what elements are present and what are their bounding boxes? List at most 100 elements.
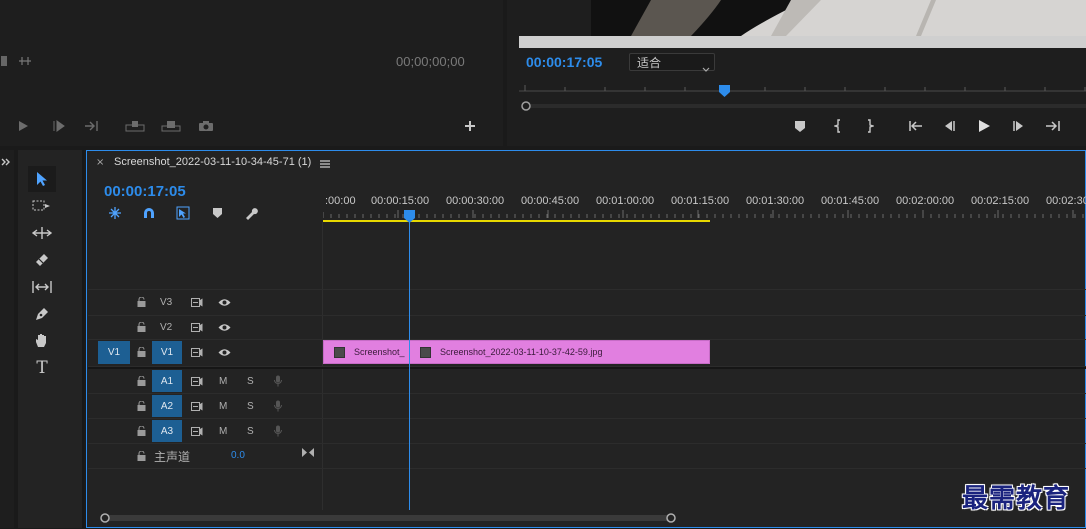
panel-menu-icon[interactable] [318,157,332,171]
program-timecode[interactable]: 00:00:17:05 [526,54,602,70]
solo-button-a3[interactable]: S [247,426,254,437]
ruler-label-4: 00:01:00:00 [596,195,655,207]
timeline-timecode[interactable]: 00:00:17:05 [104,183,186,200]
ruler-label-2: 00:00:30:00 [446,195,505,207]
program-zoom-select[interactable]: 适合 [629,53,715,72]
fx-badge-icon [420,346,431,358]
source-dots-icon[interactable] [16,55,34,67]
mute-button-a1[interactable]: M [219,376,227,387]
lock-icon[interactable] [134,424,148,438]
track-row-a2 [88,394,1086,419]
settings-wrench-icon[interactable] [242,205,260,221]
lock-icon[interactable] [134,295,148,309]
eye-icon[interactable] [216,345,232,359]
tools-panel-edge [82,150,84,528]
snap-magnet-icon[interactable] [140,205,158,221]
mark-out-icon[interactable] [862,117,878,135]
track-row-v2 [88,315,1086,340]
track-row-a1 [88,369,1086,394]
track-label-v2[interactable]: V2 [160,322,172,333]
type-tool-icon[interactable]: T [30,358,54,378]
goto-in-icon[interactable] [905,118,925,134]
source-patch-v1[interactable]: V1 [98,341,130,364]
ruler-label-6: 00:01:30:00 [746,195,805,207]
ruler-label-7: 00:01:45:00 [821,195,880,207]
source-play-icon[interactable] [14,118,32,134]
close-tab-icon[interactable]: × [96,157,104,168]
track-target-a2[interactable]: A2 [152,395,182,417]
ripple-edit-tool-icon[interactable] [30,223,54,243]
track-select-tool-icon[interactable] [30,196,54,216]
source-monitor-panel [0,0,503,146]
pen-tool-icon[interactable] [30,304,54,324]
add-marker-icon[interactable] [209,205,225,221]
source-step-forward-icon[interactable] [50,118,68,134]
sync-lock-icon[interactable] [189,374,205,388]
nest-sequence-icon[interactable] [106,205,124,221]
video-clip-2[interactable]: Screenshot_2022-03-11-10-37-42-59.jpg [409,340,710,364]
eye-icon[interactable] [216,295,232,309]
chevron-down-icon [702,58,710,77]
source-camera-icon[interactable] [196,118,216,134]
ruler-label-10: 00:02:30 [1046,195,1086,207]
microphone-icon[interactable] [272,424,284,438]
microphone-icon[interactable] [272,374,284,388]
go-to-end-icon[interactable] [300,445,316,459]
clip-label-1: Screenshot_ [354,347,405,357]
track-target-a3[interactable]: A3 [152,420,182,442]
source-timecode[interactable]: 00;00;00;00 [396,54,465,69]
hand-tool-icon[interactable] [30,331,54,351]
program-video-frame [591,0,1086,36]
goto-out-icon[interactable] [1043,118,1063,134]
program-time-ruler[interactable] [519,80,1086,94]
mute-button-a2[interactable]: M [219,401,227,412]
program-scrub-bar-bg [519,36,1086,48]
lock-icon[interactable] [134,449,148,463]
step-forward-icon[interactable] [1010,118,1028,134]
track-target-v1[interactable]: V1 [152,341,182,364]
sync-lock-icon[interactable] [189,345,205,359]
sync-lock-icon[interactable] [189,295,205,309]
sync-lock-icon[interactable] [189,320,205,334]
source-overwrite-icon[interactable] [160,118,182,134]
ruler-label-5: 00:01:15:00 [671,195,730,207]
timeline-horizontal-scrollbar[interactable] [96,510,1086,524]
playhead-line[interactable] [409,218,410,510]
lock-icon[interactable] [134,345,148,359]
ruler-label-9: 00:02:15:00 [971,195,1030,207]
sync-lock-icon[interactable] [189,424,205,438]
marker-icon[interactable] [792,118,808,134]
source-add-button-icon[interactable] [462,118,478,134]
source-goto-out-icon[interactable] [82,118,102,134]
play-icon[interactable] [974,116,994,136]
clip-label-2: Screenshot_2022-03-11-10-37-42-59.jpg [440,347,603,357]
timeline-tab[interactable]: × Screenshot_2022-03-11-10-34-45-71 (1) [96,156,336,172]
slip-tool-icon[interactable] [30,277,54,297]
ruler-label-8: 00:02:00:00 [896,195,955,207]
track-label-v3[interactable]: V3 [160,297,172,308]
step-back-icon[interactable] [940,118,958,134]
linked-selection-icon[interactable] [174,205,192,221]
track-row-v3 [88,289,1086,316]
track-target-a1[interactable]: A1 [152,370,182,392]
mark-in-icon[interactable] [830,117,846,135]
razor-tool-icon[interactable] [30,250,54,270]
video-clip-1[interactable]: Screenshot_ [323,340,410,364]
solo-button-a2[interactable]: S [247,401,254,412]
program-zoom-bar[interactable] [519,96,1086,111]
source-insert-icon[interactable] [124,118,146,134]
solo-button-a1[interactable]: S [247,376,254,387]
mute-button-a3[interactable]: M [219,426,227,437]
eye-icon[interactable] [216,320,232,334]
ruler-label-3: 00:00:45:00 [521,195,580,207]
lock-icon[interactable] [134,399,148,413]
microphone-icon[interactable] [272,399,284,413]
lock-icon[interactable] [134,374,148,388]
selection-tool-icon[interactable] [28,166,56,192]
master-volume-value[interactable]: 0.0 [231,450,245,461]
expand-panels-icon[interactable] [0,155,12,169]
sync-lock-icon[interactable] [189,399,205,413]
source-extra-icon[interactable] [0,55,8,67]
lock-icon[interactable] [134,320,148,334]
ruler-label-0: :00:00 [325,195,356,207]
